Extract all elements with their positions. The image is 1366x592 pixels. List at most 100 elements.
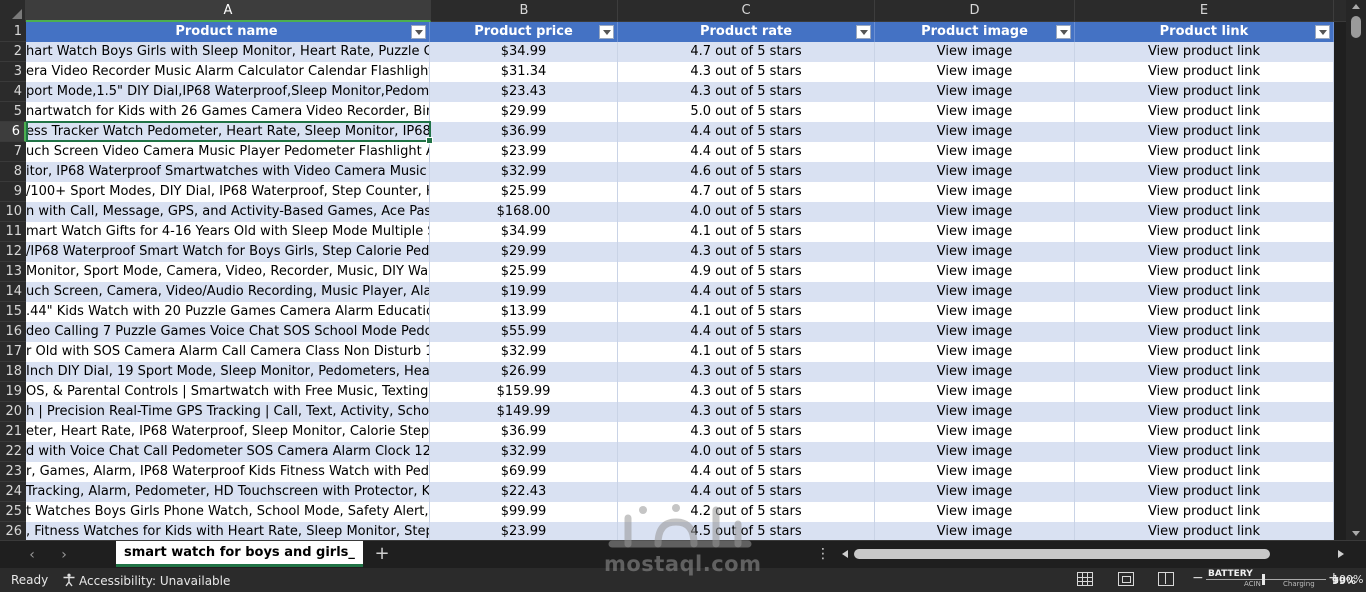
cell-product-image-link[interactable]: View image — [875, 462, 1075, 482]
sheet-tab-active[interactable]: smart watch for boys and girls_ — [116, 541, 363, 567]
cell-product-name[interactable]: /IP68 Waterproof Smart Watch for Boys Gi… — [26, 242, 430, 262]
cell-product-name[interactable]: r Old with SOS Camera Alarm Call Camera … — [26, 342, 430, 362]
row-header[interactable]: 7 — [0, 142, 26, 162]
cell-product-image-link[interactable]: View image — [875, 522, 1075, 540]
cell-product-link[interactable]: View product link — [1075, 382, 1334, 402]
header-cell-product-image[interactable]: Product image — [875, 22, 1075, 42]
row-header[interactable]: 13 — [0, 262, 26, 282]
cell-product-image-link[interactable]: View image — [875, 82, 1075, 102]
scroll-up-icon[interactable] — [1352, 4, 1360, 9]
cell-product-link[interactable]: View product link — [1075, 462, 1334, 482]
cell-product-image-link[interactable]: View image — [875, 322, 1075, 342]
cell-product-image-link[interactable]: View image — [875, 402, 1075, 422]
cell-product-name[interactable]: deo Calling 7 Puzzle Games Voice Chat SO… — [26, 322, 430, 342]
scroll-right-icon[interactable] — [1338, 550, 1344, 558]
cell-product-link[interactable]: View product link — [1075, 442, 1334, 462]
row-header[interactable]: 2 — [0, 42, 26, 62]
cell-product-image-link[interactable]: View image — [875, 42, 1075, 62]
vertical-scrollbar[interactable] — [1346, 0, 1366, 540]
row-header[interactable]: 22 — [0, 442, 26, 462]
cell-product-rate[interactable]: 4.4 out of 5 stars — [618, 122, 875, 142]
cell-product-rate[interactable]: 4.3 out of 5 stars — [618, 402, 875, 422]
normal-view-icon[interactable] — [1077, 572, 1093, 586]
cell-product-price[interactable]: $25.99 — [430, 262, 618, 282]
cell-product-name[interactable]: uch Screen, Camera, Video/Audio Recordin… — [26, 282, 430, 302]
cell-product-price[interactable]: $149.99 — [430, 402, 618, 422]
cell-product-price[interactable]: $22.43 — [430, 482, 618, 502]
cell-product-price[interactable]: $32.99 — [430, 342, 618, 362]
cell-product-link[interactable]: View product link — [1075, 402, 1334, 422]
cell-product-image-link[interactable]: View image — [875, 442, 1075, 462]
cell-product-price[interactable]: $13.99 — [430, 302, 618, 322]
cell-product-link[interactable]: View product link — [1075, 82, 1334, 102]
cell-product-name[interactable]: .44" Kids Watch with 20 Puzzle Games Cam… — [26, 302, 430, 322]
header-cell-product-name[interactable]: Product name — [26, 22, 430, 42]
cell-product-rate[interactable]: 4.3 out of 5 stars — [618, 82, 875, 102]
more-options-icon[interactable]: ⋮ — [816, 544, 830, 564]
cell-product-name[interactable]: t Watches Boys Girls Phone Watch, School… — [26, 502, 430, 522]
cell-product-price[interactable]: $99.99 — [430, 502, 618, 522]
cell-product-name[interactable]: hart Watch Boys Girls with Sleep Monitor… — [26, 42, 430, 62]
cell-product-name[interactable]: ess Tracker Watch Pedometer, Heart Rate,… — [26, 122, 430, 142]
cell-product-link[interactable]: View product link — [1075, 42, 1334, 62]
filter-dropdown-icon[interactable] — [1315, 25, 1330, 39]
cell-product-image-link[interactable]: View image — [875, 422, 1075, 442]
cell-product-rate[interactable]: 4.0 out of 5 stars — [618, 202, 875, 222]
cell-product-image-link[interactable]: View image — [875, 102, 1075, 122]
cell-product-image-link[interactable]: View image — [875, 282, 1075, 302]
scroll-down-icon[interactable] — [1352, 531, 1360, 536]
cell-product-rate[interactable]: 4.3 out of 5 stars — [618, 422, 875, 442]
row-header[interactable]: 21 — [0, 422, 26, 442]
cell-product-rate[interactable]: 4.6 out of 5 stars — [618, 162, 875, 182]
cell-product-image-link[interactable]: View image — [875, 302, 1075, 322]
filter-dropdown-icon[interactable] — [856, 25, 871, 39]
cell-product-price[interactable]: $32.99 — [430, 442, 618, 462]
row-header[interactable]: 12 — [0, 242, 26, 262]
cell-product-name[interactable]: uch Screen Video Camera Music Player Ped… — [26, 142, 430, 162]
cell-product-rate[interactable]: 4.0 out of 5 stars — [618, 442, 875, 462]
cell-product-name[interactable]: OS, & Parental Controls | Smartwatch wit… — [26, 382, 430, 402]
header-cell-product-price[interactable]: Product price — [430, 22, 618, 42]
cell-product-price[interactable]: $23.43 — [430, 82, 618, 102]
cell-product-price[interactable]: $32.99 — [430, 162, 618, 182]
cell-product-name[interactable]: port Mode,1.5" DIY Dial,IP68 Waterproof,… — [26, 82, 430, 102]
cell-product-image-link[interactable]: View image — [875, 62, 1075, 82]
cell-product-image-link[interactable]: View image — [875, 162, 1075, 182]
row-header[interactable]: 17 — [0, 342, 26, 362]
horizontal-scrollbar[interactable] — [840, 546, 1346, 562]
cell-product-name[interactable]: Tracking, Alarm, Pedometer, HD Touchscre… — [26, 482, 430, 502]
cell-product-image-link[interactable]: View image — [875, 502, 1075, 522]
cell-product-rate[interactable]: 4.4 out of 5 stars — [618, 142, 875, 162]
select-all-corner[interactable] — [0, 0, 26, 22]
worksheet-grid[interactable]: Product name Product price Product rate … — [26, 22, 1334, 540]
cell-product-name[interactable]: mart Watch Gifts for 4-16 Years Old with… — [26, 222, 430, 242]
row-header[interactable]: 25 — [0, 502, 26, 522]
cell-product-price[interactable]: $69.99 — [430, 462, 618, 482]
cell-product-rate[interactable]: 4.4 out of 5 stars — [618, 282, 875, 302]
column-header-c[interactable]: C — [618, 0, 875, 22]
cell-product-name[interactable]: n with Call, Message, GPS, and Activity-… — [26, 202, 430, 222]
column-header-b[interactable]: B — [431, 0, 618, 22]
cell-product-name[interactable]: Monitor, Sport Mode, Camera, Video, Reco… — [26, 262, 430, 282]
header-cell-product-rate[interactable]: Product rate — [618, 22, 875, 42]
filter-dropdown-icon[interactable] — [599, 25, 614, 39]
cell-product-name[interactable]: eter, Heart Rate, IP68 Waterproof, Sleep… — [26, 422, 430, 442]
cell-product-name[interactable]: r, Games, Alarm, IP68 Waterproof Kids Fi… — [26, 462, 430, 482]
cell-product-price[interactable]: $26.99 — [430, 362, 618, 382]
cell-product-rate[interactable]: 4.7 out of 5 stars — [618, 42, 875, 62]
row-header[interactable]: 11 — [0, 222, 26, 242]
cell-product-rate[interactable]: 4.9 out of 5 stars — [618, 262, 875, 282]
chevron-left-icon[interactable]: ‹ — [24, 546, 40, 564]
cell-product-link[interactable]: View product link — [1075, 62, 1334, 82]
cell-product-name[interactable]: Inch DIY Dial, 19 Sport Mode, Sleep Moni… — [26, 362, 430, 382]
cell-product-price[interactable]: $23.99 — [430, 142, 618, 162]
cell-product-rate[interactable]: 4.3 out of 5 stars — [618, 362, 875, 382]
cell-product-name[interactable]: nartwatch for Kids with 26 Games Camera … — [26, 102, 430, 122]
cell-product-link[interactable]: View product link — [1075, 142, 1334, 162]
cell-product-price[interactable]: $31.34 — [430, 62, 618, 82]
cell-product-rate[interactable]: 4.3 out of 5 stars — [618, 382, 875, 402]
cell-product-link[interactable]: View product link — [1075, 482, 1334, 502]
filter-dropdown-icon[interactable] — [1056, 25, 1071, 39]
cell-product-image-link[interactable]: View image — [875, 482, 1075, 502]
cell-product-link[interactable]: View product link — [1075, 102, 1334, 122]
